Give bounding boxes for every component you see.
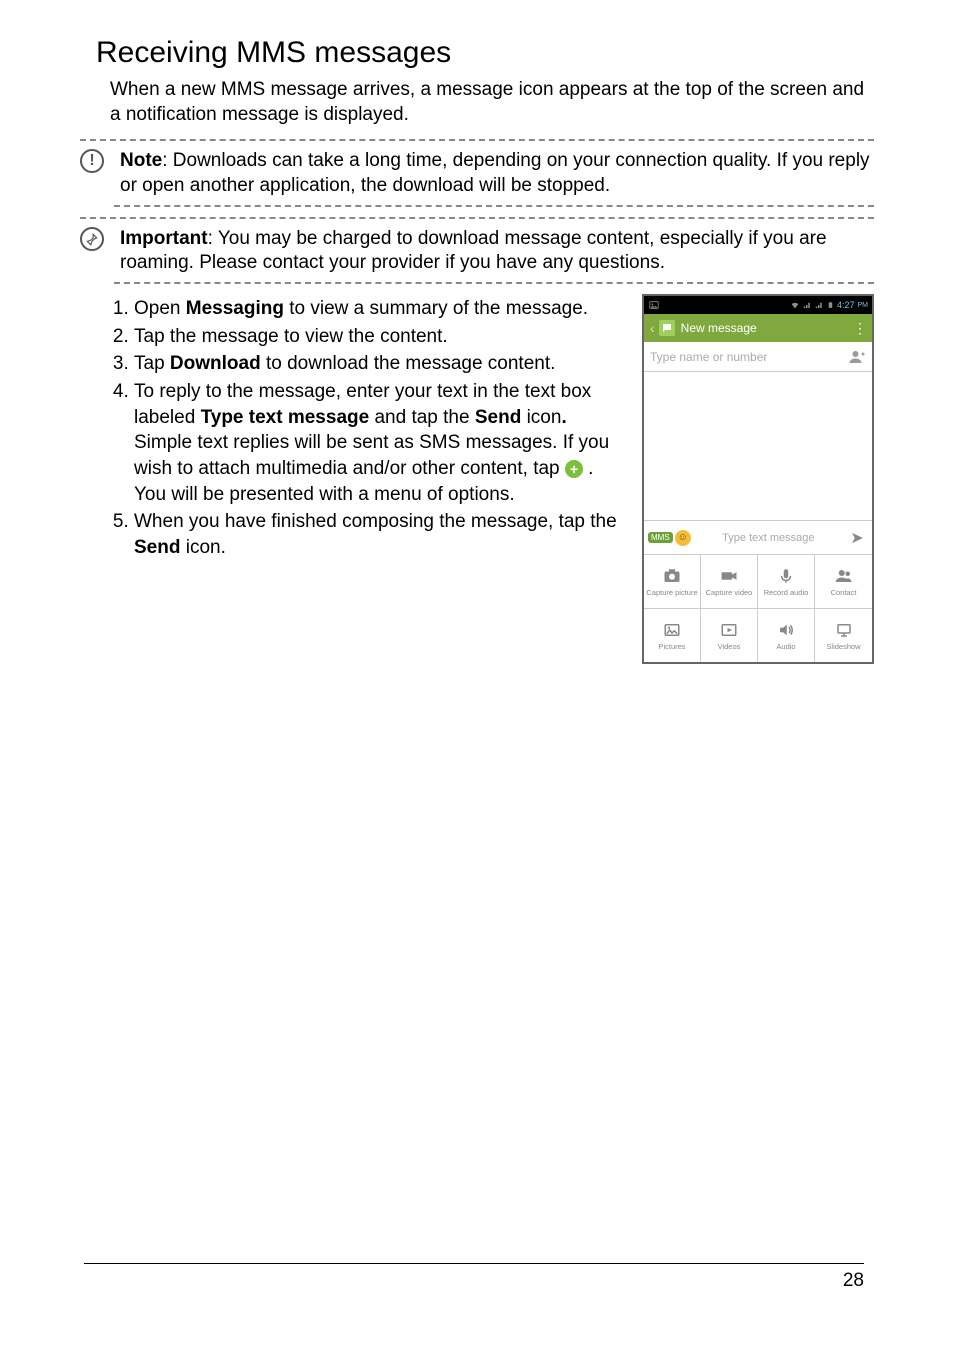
divider xyxy=(80,139,874,141)
record-audio-button[interactable]: Record audio xyxy=(758,554,815,608)
intro-text: When a new MMS message arrives, a messag… xyxy=(110,78,874,127)
step-4-text-d: Send xyxy=(475,407,521,428)
step-5: When you have finished composing the mes… xyxy=(134,509,622,560)
slideshow-label: Slideshow xyxy=(826,642,860,651)
step-1-text-c: to view a summary of the message. xyxy=(284,298,588,319)
battery-icon xyxy=(827,300,834,310)
messaging-app-icon xyxy=(659,320,675,336)
audio-label: Audio xyxy=(776,642,795,651)
page: Receiving MMS messages When a new MMS me… xyxy=(0,0,954,1352)
capture-video-label: Capture video xyxy=(706,588,753,597)
record-audio-label: Record audio xyxy=(764,588,809,597)
message-input-row: MMS ☺ Type text message ➤ xyxy=(644,520,872,554)
audio-icon xyxy=(776,621,796,639)
message-text-input[interactable]: Type text message xyxy=(691,532,846,544)
step-5-text-b: Send xyxy=(134,537,180,558)
video-camera-icon xyxy=(719,567,739,585)
recipient-input[interactable]: Type name or number xyxy=(650,350,848,364)
slideshow-icon xyxy=(834,621,854,639)
step-1-text-b: Messaging xyxy=(186,298,284,319)
status-pm: PM xyxy=(858,302,869,309)
signal-icon xyxy=(803,300,812,310)
emoji-icon[interactable]: ☺ xyxy=(675,530,691,546)
slideshow-button[interactable]: Slideshow xyxy=(815,608,872,662)
page-title: Receiving MMS messages xyxy=(96,36,874,70)
pictures-button[interactable]: Pictures xyxy=(644,608,701,662)
important-label: Important xyxy=(120,228,208,249)
step-4-text-b: Type text message xyxy=(201,407,370,428)
plus-icon: + xyxy=(565,460,583,478)
divider xyxy=(80,217,874,219)
videos-button[interactable]: Videos xyxy=(701,608,758,662)
attachment-grid: Capture picture Capture video Record aud… xyxy=(644,554,872,662)
important-body: Important: You may be charged to downloa… xyxy=(120,227,874,276)
videos-label: Videos xyxy=(718,642,741,651)
pin-icon-svg xyxy=(85,232,99,246)
capture-picture-button[interactable]: Capture picture xyxy=(644,554,701,608)
picture-status-icon xyxy=(648,300,660,310)
important-text: : You may be charged to download message… xyxy=(120,228,827,274)
overflow-menu-icon[interactable]: ⋮ xyxy=(853,320,866,337)
step-2: Tap the message to view the content. xyxy=(134,324,622,350)
step-5-text-a: When you have finished composing the mes… xyxy=(134,511,617,532)
navbar-title: New message xyxy=(681,321,853,335)
step-5-text-c: icon. xyxy=(180,537,225,558)
message-body-area xyxy=(644,372,872,520)
contact-button[interactable]: Contact xyxy=(815,554,872,608)
step-3-text-c: to download the message content. xyxy=(261,353,556,374)
contact-icon xyxy=(834,567,854,585)
microphone-icon xyxy=(776,567,796,585)
step-3-text-a: Tap xyxy=(134,353,170,374)
instructions-column: Open Messaging to view a summary of the … xyxy=(80,294,642,562)
capture-picture-label: Capture picture xyxy=(646,588,697,597)
step-3-text-b: Download xyxy=(170,353,261,374)
note-text: : Downloads can take a long time, depend… xyxy=(120,150,870,196)
step-1-text-a: Open xyxy=(134,298,186,319)
picture-icon xyxy=(662,621,682,639)
wifi-icon xyxy=(790,300,800,310)
back-icon[interactable]: ‹ xyxy=(650,320,655,336)
step-4-text-f: . xyxy=(561,407,566,428)
step-4-text-e: icon xyxy=(521,407,561,428)
note-label: Note xyxy=(120,150,162,171)
pin-icon xyxy=(80,227,104,251)
contact-label: Contact xyxy=(831,588,857,597)
step-4-text-g: Simple text replies will be sent as SMS … xyxy=(134,432,609,479)
page-number: 28 xyxy=(84,1263,864,1292)
step-4: To reply to the message, enter your text… xyxy=(134,379,622,507)
status-bar: 4:27 PM xyxy=(644,296,872,314)
note-body: Note: Downloads can take a long time, de… xyxy=(120,149,874,198)
navbar: ‹ New message ⋮ xyxy=(644,314,872,342)
audio-button[interactable]: Audio xyxy=(758,608,815,662)
step-1: Open Messaging to view a summary of the … xyxy=(134,296,622,322)
camera-icon xyxy=(662,567,682,585)
capture-video-button[interactable]: Capture video xyxy=(701,554,758,608)
step-3: Tap Download to download the message con… xyxy=(134,351,622,377)
recipient-row: Type name or number xyxy=(644,342,872,372)
video-icon xyxy=(719,621,739,639)
pictures-label: Pictures xyxy=(658,642,685,651)
status-time: 4:27 xyxy=(837,300,855,310)
send-icon[interactable]: ➤ xyxy=(846,528,868,548)
signal-icon-2 xyxy=(815,300,824,310)
phone-screenshot: 4:27 PM ‹ New message ⋮ Type name or num… xyxy=(642,294,874,664)
important-callout: Important: You may be charged to downloa… xyxy=(80,227,874,276)
mms-badge: MMS xyxy=(648,532,673,543)
steps-list: Open Messaging to view a summary of the … xyxy=(80,296,622,560)
step-4-text-c: and tap the xyxy=(369,407,475,428)
note-callout: ! Note: Downloads can take a long time, … xyxy=(80,149,874,198)
add-contact-icon[interactable] xyxy=(848,348,866,366)
warning-icon: ! xyxy=(80,149,104,173)
divider xyxy=(114,282,874,284)
